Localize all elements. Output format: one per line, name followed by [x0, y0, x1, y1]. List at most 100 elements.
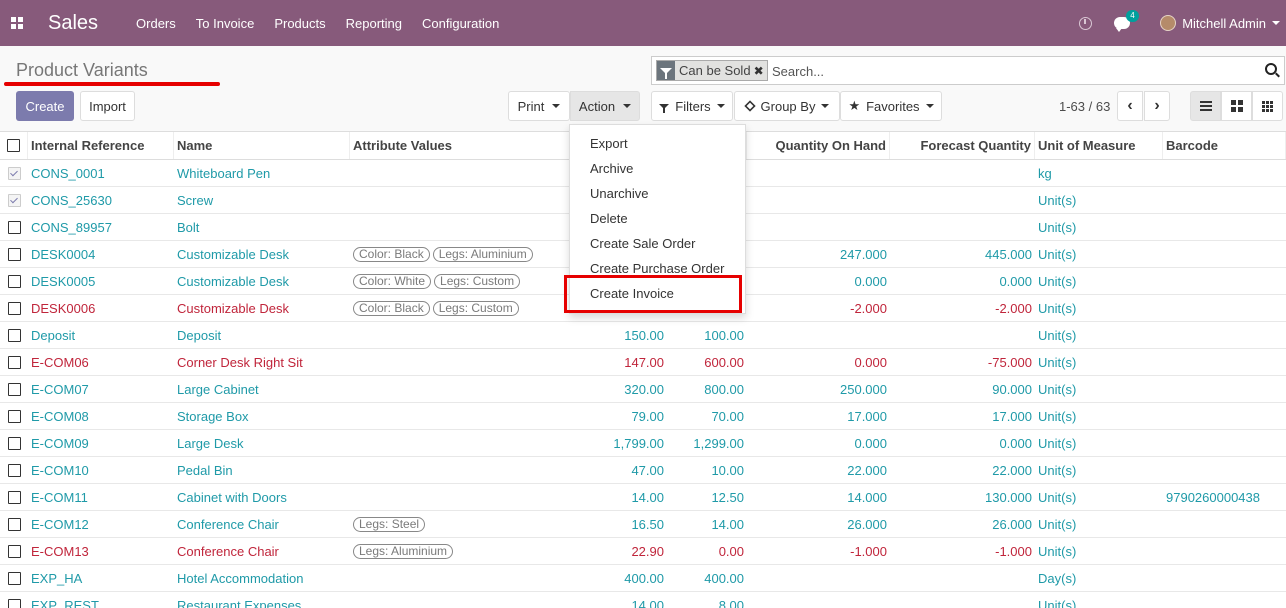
- barcode-cell[interactable]: [1163, 349, 1286, 375]
- internal-reference-cell[interactable]: E-COM12: [28, 511, 174, 537]
- cost-cell[interactable]: 800.00: [667, 376, 747, 402]
- cost-cell[interactable]: 600.00: [667, 349, 747, 375]
- sales-price-cell[interactable]: 22.90: [572, 538, 667, 564]
- unit-of-measure-cell[interactable]: Unit(s): [1035, 430, 1163, 456]
- action-unarchive[interactable]: Unarchive: [590, 183, 649, 203]
- user-menu-caret-icon[interactable]: [1272, 21, 1280, 25]
- attribute-values-cell[interactable]: Legs: Aluminium: [350, 538, 572, 564]
- table-row[interactable]: E-COM07 Large Cabinet 320.00 800.00 250.000 9…: [0, 376, 1286, 403]
- filters-button[interactable]: Filters: [651, 91, 733, 121]
- name-cell[interactable]: Conference Chair: [174, 538, 350, 564]
- forecast-quantity-cell[interactable]: 22.000: [890, 457, 1035, 483]
- cost-cell[interactable]: 14.00: [667, 511, 747, 537]
- row-checkbox[interactable]: [7, 409, 21, 423]
- sales-price-cell[interactable]: 320.00: [572, 376, 667, 402]
- unit-of-measure-cell[interactable]: Unit(s): [1035, 214, 1163, 240]
- name-cell[interactable]: Customizable Desk: [174, 295, 350, 321]
- unit-of-measure-cell[interactable]: Day(s): [1035, 565, 1163, 591]
- import-button[interactable]: Import: [80, 91, 135, 121]
- row-checkbox[interactable]: [7, 193, 21, 207]
- quantity-on-hand-cell[interactable]: [747, 214, 890, 240]
- quantity-on-hand-cell[interactable]: [747, 160, 890, 186]
- forecast-quantity-cell[interactable]: -2.000: [890, 295, 1035, 321]
- cost-cell[interactable]: 1,299.00: [667, 430, 747, 456]
- attribute-values-cell[interactable]: [350, 592, 572, 608]
- cost-cell[interactable]: 70.00: [667, 403, 747, 429]
- name-cell[interactable]: Conference Chair: [174, 511, 350, 537]
- forecast-quantity-cell[interactable]: [890, 592, 1035, 608]
- internal-reference-cell[interactable]: E-COM07: [28, 376, 174, 402]
- unit-of-measure-cell[interactable]: Unit(s): [1035, 376, 1163, 402]
- barcode-cell[interactable]: 9790260000438: [1163, 484, 1286, 510]
- quantity-on-hand-cell[interactable]: [747, 322, 890, 348]
- unit-of-measure-cell[interactable]: Unit(s): [1035, 322, 1163, 348]
- barcode-cell[interactable]: [1163, 511, 1286, 537]
- sales-price-cell[interactable]: 14.00: [572, 592, 667, 608]
- sales-price-cell[interactable]: 147.00: [572, 349, 667, 375]
- row-checkbox[interactable]: [7, 382, 21, 396]
- sales-price-cell[interactable]: 79.00: [572, 403, 667, 429]
- search-icon[interactable]: [1265, 63, 1277, 75]
- attribute-values-cell[interactable]: [350, 403, 572, 429]
- column-header-barcode[interactable]: Barcode: [1163, 132, 1286, 159]
- print-button[interactable]: Print: [508, 91, 570, 121]
- forecast-quantity-cell[interactable]: 0.000: [890, 430, 1035, 456]
- row-checkbox[interactable]: [7, 301, 21, 315]
- search-input[interactable]: [772, 61, 1242, 81]
- select-all-checkbox[interactable]: [7, 139, 20, 152]
- barcode-cell[interactable]: [1163, 565, 1286, 591]
- internal-reference-cell[interactable]: DESK0006: [28, 295, 174, 321]
- name-cell[interactable]: Large Cabinet: [174, 376, 350, 402]
- messages-chat-icon[interactable]: 4: [1114, 10, 1139, 32]
- forecast-quantity-cell[interactable]: 26.000: [890, 511, 1035, 537]
- forecast-quantity-cell[interactable]: 445.000: [890, 241, 1035, 267]
- row-checkbox[interactable]: [7, 166, 21, 180]
- unit-of-measure-cell[interactable]: Unit(s): [1035, 457, 1163, 483]
- user-avatar[interactable]: [1160, 15, 1177, 31]
- menu-products[interactable]: Products: [274, 16, 325, 31]
- barcode-cell[interactable]: [1163, 538, 1286, 564]
- table-row[interactable]: E-COM08 Storage Box 79.00 70.00 17.000 17.000…: [0, 403, 1286, 430]
- column-header-name[interactable]: Name: [174, 132, 350, 159]
- cost-cell[interactable]: 8.00: [667, 592, 747, 608]
- action-create-purchase-order[interactable]: Create Purchase Order: [590, 258, 724, 278]
- cost-cell[interactable]: 12.50: [667, 484, 747, 510]
- name-cell[interactable]: Pedal Bin: [174, 457, 350, 483]
- pager-next-button[interactable]: ›: [1144, 91, 1170, 121]
- attribute-values-cell[interactable]: [350, 457, 572, 483]
- name-cell[interactable]: Hotel Accommodation: [174, 565, 350, 591]
- column-header-quantity-on-hand[interactable]: Quantity On Hand: [747, 132, 890, 159]
- action-archive[interactable]: Archive: [590, 158, 633, 178]
- attribute-values-cell[interactable]: [350, 565, 572, 591]
- barcode-cell[interactable]: [1163, 322, 1286, 348]
- name-cell[interactable]: Customizable Desk: [174, 268, 350, 294]
- unit-of-measure-cell[interactable]: Unit(s): [1035, 511, 1163, 537]
- barcode-cell[interactable]: [1163, 430, 1286, 456]
- pager-previous-button[interactable]: ‹: [1117, 91, 1143, 121]
- name-cell[interactable]: Deposit: [174, 322, 350, 348]
- list-view-button[interactable]: [1190, 91, 1221, 121]
- app-name[interactable]: Sales: [48, 12, 98, 35]
- row-checkbox[interactable]: [7, 247, 21, 261]
- forecast-quantity-cell[interactable]: [890, 214, 1035, 240]
- name-cell[interactable]: Restaurant Expenses: [174, 592, 350, 608]
- name-cell[interactable]: Customizable Desk: [174, 241, 350, 267]
- attribute-values-cell[interactable]: [350, 160, 572, 186]
- barcode-cell[interactable]: [1163, 160, 1286, 186]
- barcode-cell[interactable]: [1163, 592, 1286, 608]
- action-button[interactable]: Action: [570, 91, 640, 121]
- forecast-quantity-cell[interactable]: -75.000: [890, 349, 1035, 375]
- row-checkbox[interactable]: [7, 490, 21, 504]
- forecast-quantity-cell[interactable]: 0.000: [890, 268, 1035, 294]
- table-row[interactable]: E-COM12 Conference Chair Legs: Steel 16.50 1…: [0, 511, 1286, 538]
- search-bar[interactable]: Can be Sold ✖: [651, 56, 1285, 85]
- table-row[interactable]: E-COM13 Conference Chair Legs: Aluminium 22…: [0, 538, 1286, 565]
- activity-clock-icon[interactable]: [1079, 16, 1093, 30]
- quantity-on-hand-cell[interactable]: -1.000: [747, 538, 890, 564]
- unit-of-measure-cell[interactable]: Unit(s): [1035, 592, 1163, 608]
- forecast-quantity-cell[interactable]: [890, 160, 1035, 186]
- unit-of-measure-cell[interactable]: Unit(s): [1035, 538, 1163, 564]
- table-row[interactable]: Deposit Deposit 150.00 100.00 Unit(s): [0, 322, 1286, 349]
- cost-cell[interactable]: 400.00: [667, 565, 747, 591]
- sales-price-cell[interactable]: 16.50: [572, 511, 667, 537]
